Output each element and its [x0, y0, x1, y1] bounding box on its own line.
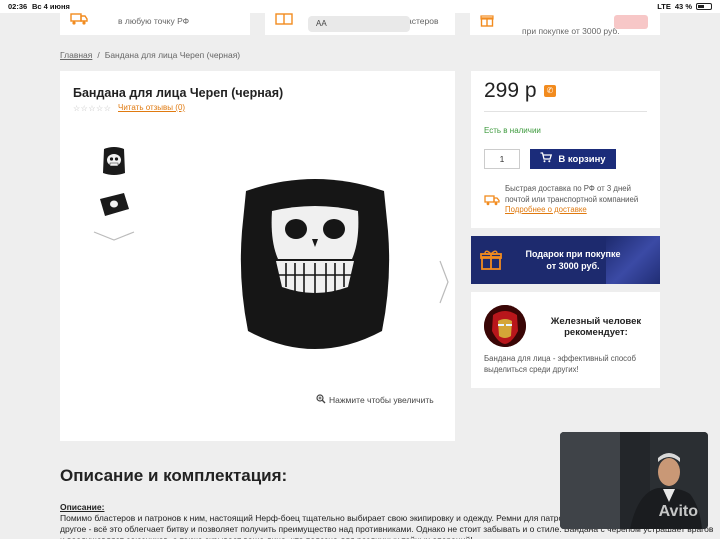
next-image-arrow[interactable] — [438, 259, 450, 305]
reader-icon[interactable]: AA — [316, 19, 327, 28]
thumbnail-1[interactable] — [96, 143, 132, 179]
avito-watermark: Avito — [658, 503, 698, 520]
product-title: Бандана для лица Череп (черная) — [73, 86, 284, 100]
breadcrumb-separator: / — [97, 50, 100, 60]
breadcrumb-home-link[interactable]: Главная — [60, 50, 92, 60]
quantity-input[interactable]: 1 — [484, 149, 520, 169]
zoom-hint[interactable]: Нажмите чтобы увеличить — [316, 394, 434, 406]
status-indicators: LTE 43 % — [657, 2, 712, 11]
status-time: 02:36 — [8, 2, 28, 11]
phone-icon[interactable]: ✆ — [544, 85, 556, 97]
feature-strip: в любую точку РФ +коллекция редких бласт… — [0, 13, 720, 40]
delivery-info: Быстрая доставка по РФ от 3 дней почтой … — [505, 184, 639, 204]
breadcrumb: Главная / Бандана для лица Череп (черная) — [60, 50, 240, 60]
truck-icon — [70, 13, 88, 29]
add-to-cart-label: В корзину — [558, 153, 606, 165]
add-to-cart-button[interactable]: В корзину — [530, 149, 616, 169]
zoom-hint-text: Нажмите чтобы увеличить — [329, 395, 434, 405]
feature-card-delivery: в любую точку РФ — [60, 13, 250, 35]
address-bar[interactable]: AA — [308, 16, 410, 32]
gift-icon — [480, 13, 494, 30]
battery-icon — [696, 3, 712, 10]
gift-image — [614, 15, 648, 29]
recommendation-card: Железный человек рекомендует: Бандана дл… — [471, 292, 660, 388]
network-label: LTE — [657, 2, 671, 11]
gift-promo-banner[interactable]: Подарок при покупке от 3000 руб. — [471, 236, 660, 284]
delivery-details-link[interactable]: Подробнее о доставке — [505, 205, 587, 214]
gift-icon — [480, 249, 502, 276]
read-reviews-link[interactable]: Читать отзывы (0) — [118, 103, 185, 112]
video-overlay[interactable]: Avito — [560, 432, 708, 529]
thumbnail-2[interactable] — [96, 187, 132, 223]
thumbnail-scroll-arrow[interactable] — [92, 229, 136, 241]
promo-text: Подарок при покупке от 3000 руб. — [525, 249, 621, 271]
recommendation-text: Бандана для лица - эффективный способ вы… — [484, 354, 636, 374]
book-icon — [275, 13, 293, 29]
iron-man-avatar — [484, 305, 526, 347]
feature-delivery-text: в любую точку РФ — [118, 16, 190, 26]
recommendation-title: Железный человек рекомендует: — [550, 316, 642, 338]
battery-percent: 43 % — [674, 2, 692, 11]
feature-gift-text: при покупке от 3000 руб. — [522, 26, 620, 36]
main-product-image[interactable] — [232, 171, 398, 361]
cart-icon — [540, 152, 553, 166]
purchase-card: 299 р ✆ Есть в наличии 1 В корзину Быстр… — [471, 71, 660, 228]
status-bar: 02:36 Вс 4 июня LTE 43 % — [0, 0, 720, 13]
breadcrumb-current: Бандана для лица Череп (черная) — [104, 50, 241, 60]
description-label: Описание: — [60, 502, 105, 512]
product-price: 299 р — [484, 79, 537, 102]
price-divider — [484, 111, 647, 112]
feature-card-gift: при покупке от 3000 руб. — [470, 13, 660, 36]
stock-status: Есть в наличии — [484, 126, 541, 135]
status-date: Вс 4 июня — [32, 2, 70, 11]
zoom-icon — [316, 394, 326, 406]
description-heading: Описание и комплектация: — [60, 466, 288, 485]
delivery-truck-icon — [484, 193, 500, 211]
product-card: Бандана для лица Череп (черная) ☆☆☆☆☆ Чи… — [60, 71, 455, 441]
rating-stars[interactable]: ☆☆☆☆☆ — [73, 104, 111, 113]
